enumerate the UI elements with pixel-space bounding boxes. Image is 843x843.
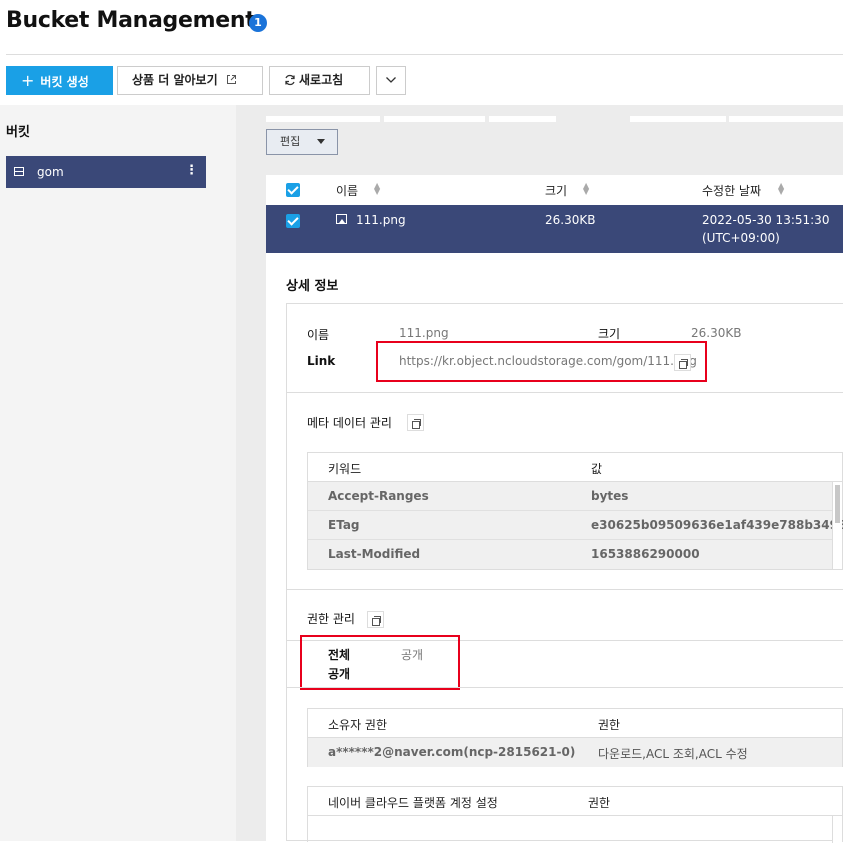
refresh-icon (285, 74, 295, 86)
metadata-key: Accept-Ranges (328, 489, 429, 503)
bucket-name: gom (37, 165, 64, 179)
link-label: Link (307, 354, 336, 368)
file-size: 26.30KB (545, 213, 596, 227)
table-row[interactable]: 111.png 26.30KB 2022-05-30 13:51:30 (UTC… (266, 205, 843, 253)
edit-dropdown-button[interactable]: 편집 (266, 129, 338, 155)
metadata-value: e30625b09509636e1af439e788b3498e (591, 518, 843, 532)
metadata-value: bytes (591, 489, 629, 503)
column-header-key: 키워드 (328, 462, 362, 476)
metadata-scrollbar[interactable] (832, 482, 842, 569)
column-header-size[interactable]: 크기 (545, 182, 567, 199)
bucket-icon (14, 167, 24, 176)
select-all-checkbox[interactable] (286, 183, 300, 197)
metadata-edit-icon[interactable] (407, 414, 424, 431)
tab-strip (266, 116, 843, 122)
file-table-header: 이름 ▲ ▼ 크기 ▲ ▼ 수정한 날짜 ▲ ▼ (266, 175, 843, 205)
tab-segment[interactable] (489, 116, 556, 122)
detail-panel: 상세 정보 이름 111.png 크기 26.30KB Link https:/… (266, 253, 843, 843)
create-bucket-button[interactable]: + 버킷 생성 (6, 66, 113, 95)
sidebar: 버킷 gom ⋮ (0, 105, 236, 841)
tab-segment[interactable] (729, 116, 843, 122)
learn-more-label: 상품 더 알아보기 (132, 73, 218, 87)
column-header-owner: 소유자 권한 (328, 718, 388, 732)
image-file-icon (336, 214, 347, 224)
create-bucket-label: 버킷 생성 (40, 75, 89, 89)
permissions-edit-icon[interactable] (367, 611, 384, 628)
plus-icon: + (21, 71, 35, 90)
metadata-title: 메타 데이터 관리 (307, 416, 392, 430)
row-checkbox[interactable] (286, 214, 300, 228)
owner-permission: 다운로드,ACL 조회,ACL 수정 (598, 747, 748, 761)
column-header-account: 네이버 클라우드 플랫폼 계정 설정 (328, 796, 498, 810)
metadata-table: 키워드 값 Accept-Ranges bytes ETag e30625b09… (307, 452, 843, 570)
metadata-value: 1653886290000 (591, 547, 700, 561)
refresh-label: 새로고침 (299, 73, 344, 87)
table-row: Accept-Ranges bytes (308, 482, 833, 511)
metadata-key: Last-Modified (328, 547, 421, 561)
edit-label: 편집 (280, 135, 301, 148)
more-options-button[interactable] (376, 66, 406, 95)
highlight-box (376, 341, 707, 382)
account-permission-table: 네이버 클라우드 플랫폼 계정 설정 권한 (307, 786, 843, 843)
sidebar-item-bucket[interactable]: gom ⋮ (6, 156, 206, 188)
metadata-key: ETag (328, 518, 360, 532)
detail-heading: 상세 정보 (286, 279, 339, 294)
size-value: 26.30KB (691, 326, 742, 340)
size-label: 크기 (598, 327, 621, 341)
owner-permission-table: 소유자 권한 권한 a******2@naver.com(ncp-2815621… (307, 708, 843, 767)
learn-more-button[interactable]: 상품 더 알아보기 (117, 66, 263, 95)
page-title: Bucket Management (6, 8, 256, 33)
table-row: Last-Modified 1653886290000 (308, 540, 833, 569)
refresh-button[interactable]: 새로고침 (269, 66, 370, 95)
column-header-value: 값 (591, 462, 603, 476)
kebab-menu-icon[interactable]: ⋮ (185, 163, 198, 178)
file-modified-tz: (UTC+09:00) (702, 231, 780, 245)
owner-table-header: 소유자 권한 권한 (308, 709, 842, 738)
section-divider (287, 392, 843, 393)
metadata-table-header: 키워드 값 (308, 453, 842, 482)
permissions-title: 권한 관리 (307, 612, 355, 626)
file-name: 111.png (356, 213, 406, 227)
sort-icon[interactable]: ▲ ▼ (374, 182, 380, 196)
name-label: 이름 (307, 328, 330, 342)
external-link-icon (226, 75, 236, 84)
table-row: a******2@naver.com(ncp-2815621-0) 다운로드,A… (308, 738, 842, 767)
name-value: 111.png (399, 326, 449, 340)
tab-segment[interactable] (384, 116, 485, 122)
column-header-permission: 권한 (598, 718, 621, 732)
notification-badge[interactable]: 1 (249, 14, 267, 32)
section-divider (287, 589, 843, 590)
column-header-permission: 권한 (588, 796, 611, 810)
file-modified-date: 2022-05-30 13:51:30 (702, 213, 830, 227)
account-table-scrollbar[interactable] (832, 816, 842, 843)
highlight-box (300, 635, 460, 690)
section-divider (287, 687, 843, 688)
sort-icon[interactable]: ▲ ▼ (778, 182, 784, 196)
column-header-modified[interactable]: 수정한 날짜 (702, 182, 761, 199)
table-row: ETag e30625b09509636e1af439e788b3498e (308, 511, 843, 540)
header-divider (6, 54, 843, 55)
sidebar-title: 버킷 (6, 125, 30, 140)
account-table-header: 네이버 클라우드 플랫폼 계정 설정 권한 (308, 787, 842, 816)
scrollbar-thumb[interactable] (835, 485, 840, 523)
sort-icon[interactable]: ▲ ▼ (583, 182, 589, 196)
owner-account: a******2@naver.com(ncp-2815621-0) (328, 745, 576, 759)
caret-down-icon (317, 139, 325, 144)
tab-segment[interactable] (266, 116, 380, 122)
chevron-down-icon (386, 77, 396, 83)
detail-box: 이름 111.png 크기 26.30KB Link https://kr.ob… (286, 303, 843, 843)
column-header-name[interactable]: 이름 (336, 182, 358, 199)
tab-segment[interactable] (630, 116, 726, 122)
